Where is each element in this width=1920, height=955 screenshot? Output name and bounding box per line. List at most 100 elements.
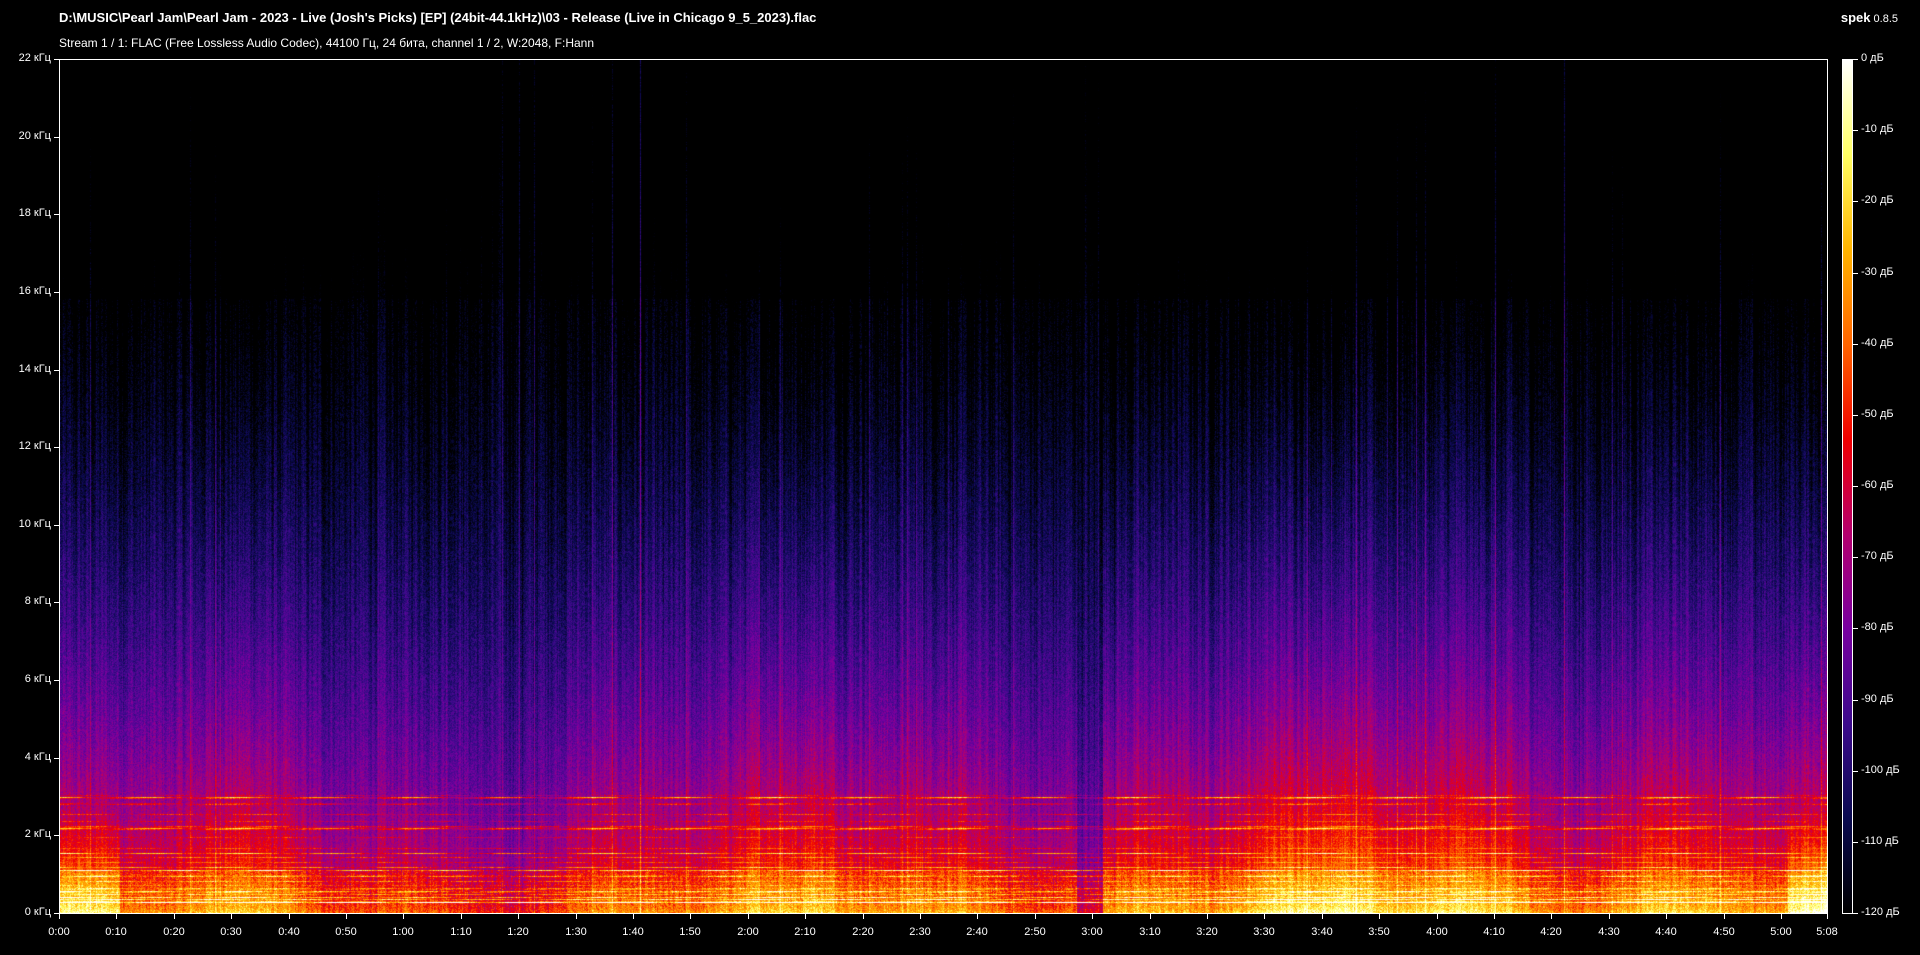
db-tick: [1853, 415, 1858, 416]
time-tick: [231, 914, 232, 919]
time-tick-label: 4:50: [1713, 926, 1735, 938]
freq-tick-label: 10 кГц: [18, 518, 51, 530]
time-tick-label: 1:40: [622, 926, 644, 938]
time-tick-label: 0:50: [335, 926, 357, 938]
time-tick-label: 3:00: [1081, 926, 1103, 938]
time-tick-label: 2:40: [966, 926, 988, 938]
time-tick: [633, 914, 634, 919]
db-tick: [1853, 771, 1858, 772]
time-tick: [1551, 914, 1552, 919]
time-tick: [403, 914, 404, 919]
freq-tick: [54, 758, 59, 759]
time-tick-label: 1:20: [507, 926, 529, 938]
db-tick-label: -60 дБ: [1861, 479, 1894, 491]
time-tick-label: 0:30: [220, 926, 242, 938]
db-tick-label: 0 дБ: [1861, 52, 1884, 64]
app-version: 0.8.5: [1873, 13, 1898, 25]
time-tick-label: 2:00: [737, 926, 759, 938]
db-tick-label: -30 дБ: [1861, 266, 1894, 278]
time-tick: [1092, 914, 1093, 919]
time-tick-label: 3:50: [1368, 926, 1390, 938]
time-tick: [1494, 914, 1495, 919]
freq-tick: [54, 214, 59, 215]
time-tick-label: 3:30: [1253, 926, 1275, 938]
time-tick-label: 5:00: [1770, 926, 1792, 938]
time-tick-label: 4:40: [1655, 926, 1677, 938]
app-brand: spek 0.8.5: [1841, 10, 1898, 25]
time-tick: [518, 914, 519, 919]
time-tick-label: 4:10: [1483, 926, 1505, 938]
freq-tick-label: 8 кГц: [24, 595, 51, 607]
time-tick: [346, 914, 347, 919]
app-name: spek: [1840, 10, 1871, 25]
time-tick-label: 4:00: [1426, 926, 1448, 938]
spek-window: D:\MUSIC\Pearl Jam\Pearl Jam - 2023 - Li…: [0, 0, 1920, 955]
time-tick-label: 2:10: [794, 926, 816, 938]
db-tick: [1853, 201, 1858, 202]
time-tick-label: 3:40: [1311, 926, 1333, 938]
file-path-title: D:\MUSIC\Pearl Jam\Pearl Jam - 2023 - Li…: [59, 10, 817, 25]
time-tick: [690, 914, 691, 919]
db-tick: [1853, 913, 1858, 914]
db-tick-label: -10 дБ: [1861, 123, 1894, 135]
freq-tick-label: 6 кГц: [24, 673, 51, 685]
db-tick-label: -50 дБ: [1861, 408, 1894, 420]
freq-tick: [54, 680, 59, 681]
time-tick: [1724, 914, 1725, 919]
db-tick: [1853, 59, 1858, 60]
freq-tick-label: 2 кГц: [24, 828, 51, 840]
freq-tick: [54, 447, 59, 448]
freq-tick: [54, 370, 59, 371]
freq-tick: [54, 602, 59, 603]
freq-tick: [54, 525, 59, 526]
time-tick: [1827, 914, 1828, 919]
db-tick: [1853, 700, 1858, 701]
time-tick: [59, 914, 60, 919]
time-tick-label: 5:08: [1816, 926, 1838, 938]
freq-tick-label: 22 кГц: [18, 52, 51, 64]
db-tick: [1853, 273, 1858, 274]
db-tick-label: -70 дБ: [1861, 550, 1894, 562]
db-tick-label: -100 дБ: [1861, 764, 1900, 776]
db-tick: [1853, 557, 1858, 558]
db-color-scale: [1842, 59, 1853, 914]
freq-tick-label: 18 кГц: [18, 207, 51, 219]
time-tick-label: 0:10: [105, 926, 127, 938]
freq-tick: [54, 292, 59, 293]
time-tick-label: 0:40: [278, 926, 300, 938]
time-tick-label: 1:00: [392, 926, 414, 938]
freq-tick-label: 14 кГц: [18, 363, 51, 375]
time-tick: [920, 914, 921, 919]
db-tick-label: -40 дБ: [1861, 337, 1894, 349]
spectrogram-plot[interactable]: [59, 59, 1828, 914]
time-tick-label: 0:00: [48, 926, 70, 938]
time-tick: [1264, 914, 1265, 919]
db-tick: [1853, 130, 1858, 131]
time-tick: [576, 914, 577, 919]
time-tick-label: 2:20: [852, 926, 874, 938]
time-tick-label: 2:30: [909, 926, 931, 938]
time-tick-label: 2:50: [1024, 926, 1046, 938]
time-tick: [461, 914, 462, 919]
time-tick: [1207, 914, 1208, 919]
time-tick: [1379, 914, 1380, 919]
time-tick-label: 0:20: [163, 926, 185, 938]
time-tick-label: 1:10: [450, 926, 472, 938]
db-tick-label: -90 дБ: [1861, 693, 1894, 705]
db-tick-label: -120 дБ: [1861, 906, 1900, 918]
freq-tick-label: 4 кГц: [24, 751, 51, 763]
time-tick: [1781, 914, 1782, 919]
freq-tick: [54, 59, 59, 60]
db-tick-label: -80 дБ: [1861, 621, 1894, 633]
time-tick-label: 3:20: [1196, 926, 1218, 938]
time-tick: [748, 914, 749, 919]
time-tick: [174, 914, 175, 919]
time-tick-label: 1:50: [679, 926, 701, 938]
freq-tick: [54, 835, 59, 836]
time-tick: [1322, 914, 1323, 919]
spectrogram-image: [60, 60, 1827, 913]
freq-tick: [54, 137, 59, 138]
time-tick: [1666, 914, 1667, 919]
db-tick: [1853, 486, 1858, 487]
time-tick-label: 4:20: [1540, 926, 1562, 938]
